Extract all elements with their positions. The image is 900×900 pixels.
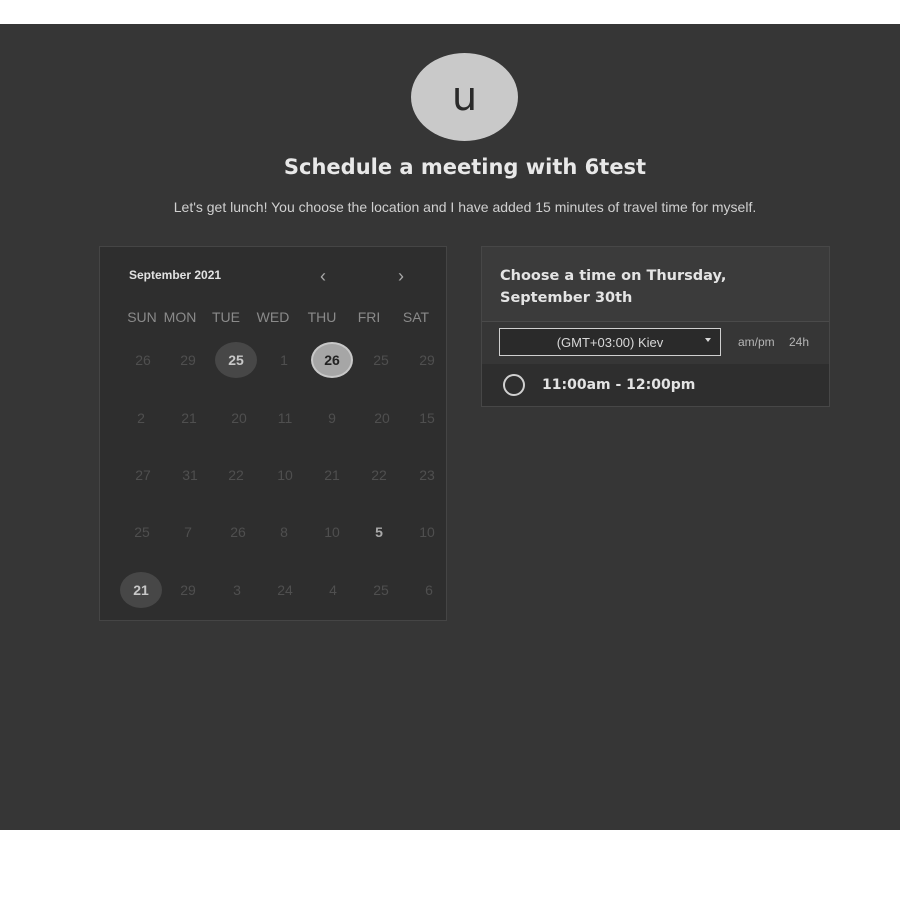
format-ampm-toggle[interactable]: am/pm <box>738 335 775 349</box>
calendar-day: 8 <box>280 524 288 540</box>
scheduler-app: u Schedule a meeting with 6test Let's ge… <box>0 24 900 830</box>
calendar-day: 4 <box>329 582 337 598</box>
weekday-wed: WED <box>256 309 290 325</box>
calendar-day: 24 <box>277 582 293 598</box>
calendar-day: 29 <box>180 582 196 598</box>
calendar-day: 26 <box>135 352 151 368</box>
calendar: September 2021 ‹ › SUN MON TUE WED THU F… <box>99 246 447 621</box>
calendar-day: 20 <box>231 410 247 426</box>
calendar-day: 10 <box>419 524 435 540</box>
weekday-thu: THU <box>307 309 337 325</box>
calendar-day: 7 <box>184 524 192 540</box>
calendar-day: 1 <box>280 352 288 368</box>
time-slot[interactable]: 11:00am - 12:00pm <box>482 364 829 406</box>
calendar-day: 15 <box>419 410 435 426</box>
calendar-day: 6 <box>425 582 433 598</box>
timezone-select[interactable]: (GMT+03:00) Kiev <box>499 328 721 356</box>
calendar-day: 21 <box>181 410 197 426</box>
weekday-mon: MON <box>163 309 197 325</box>
calendar-day: 25 <box>134 524 150 540</box>
chevron-left-icon[interactable]: ‹ <box>310 264 336 288</box>
time-slot-label: 11:00am - 12:00pm <box>542 377 696 393</box>
calendar-day-available[interactable]: 21 <box>120 572 162 608</box>
calendar-day: 29 <box>180 352 196 368</box>
radio-button[interactable] <box>503 374 525 396</box>
calendar-day: 3 <box>233 582 241 598</box>
timezone-value: (GMT+03:00) Kiev <box>556 334 664 350</box>
calendar-day: 27 <box>135 467 151 483</box>
time-picker-panel: Choose a time on Thursday, September 30t… <box>481 246 830 407</box>
time-picker-header: Choose a time on Thursday, September 30t… <box>482 247 829 322</box>
calendar-day: 29 <box>419 352 435 368</box>
calendar-day: 9 <box>328 410 336 426</box>
chevron-right-icon[interactable]: › <box>388 264 414 288</box>
weekday-tue: TUE <box>212 309 240 325</box>
weekday-sat: SAT <box>402 309 430 325</box>
calendar-day: 21 <box>324 467 340 483</box>
calendar-day: 23 <box>419 467 435 483</box>
calendar-day: 26 <box>230 524 246 540</box>
page-subtitle: Let's get lunch! You choose the location… <box>173 199 757 215</box>
calendar-day: 2 <box>137 410 145 426</box>
calendar-day: 10 <box>277 467 293 483</box>
calendar-day-available[interactable]: 25 <box>215 342 257 378</box>
calendar-day: 20 <box>374 410 390 426</box>
format-24h-toggle[interactable]: 24h <box>789 335 809 349</box>
weekday-fri: FRI <box>357 309 381 325</box>
caret-down-icon <box>705 338 711 342</box>
calendar-day: 11 <box>277 410 293 426</box>
calendar-day: 22 <box>228 467 244 483</box>
avatar: u <box>411 53 518 141</box>
calendar-day: 25 <box>373 352 389 368</box>
calendar-day: 25 <box>373 582 389 598</box>
calendar-day: 22 <box>371 467 387 483</box>
calendar-day-available[interactable]: 5 <box>358 514 400 550</box>
time-picker-title: Choose a time on Thursday, September 30t… <box>500 268 727 306</box>
calendar-day: 31 <box>182 467 198 483</box>
page-title: Schedule a meeting with 6test <box>283 155 647 179</box>
calendar-day: 10 <box>324 524 340 540</box>
calendar-month-label: September 2021 <box>129 268 222 282</box>
calendar-day-selected[interactable]: 26 <box>311 342 353 378</box>
